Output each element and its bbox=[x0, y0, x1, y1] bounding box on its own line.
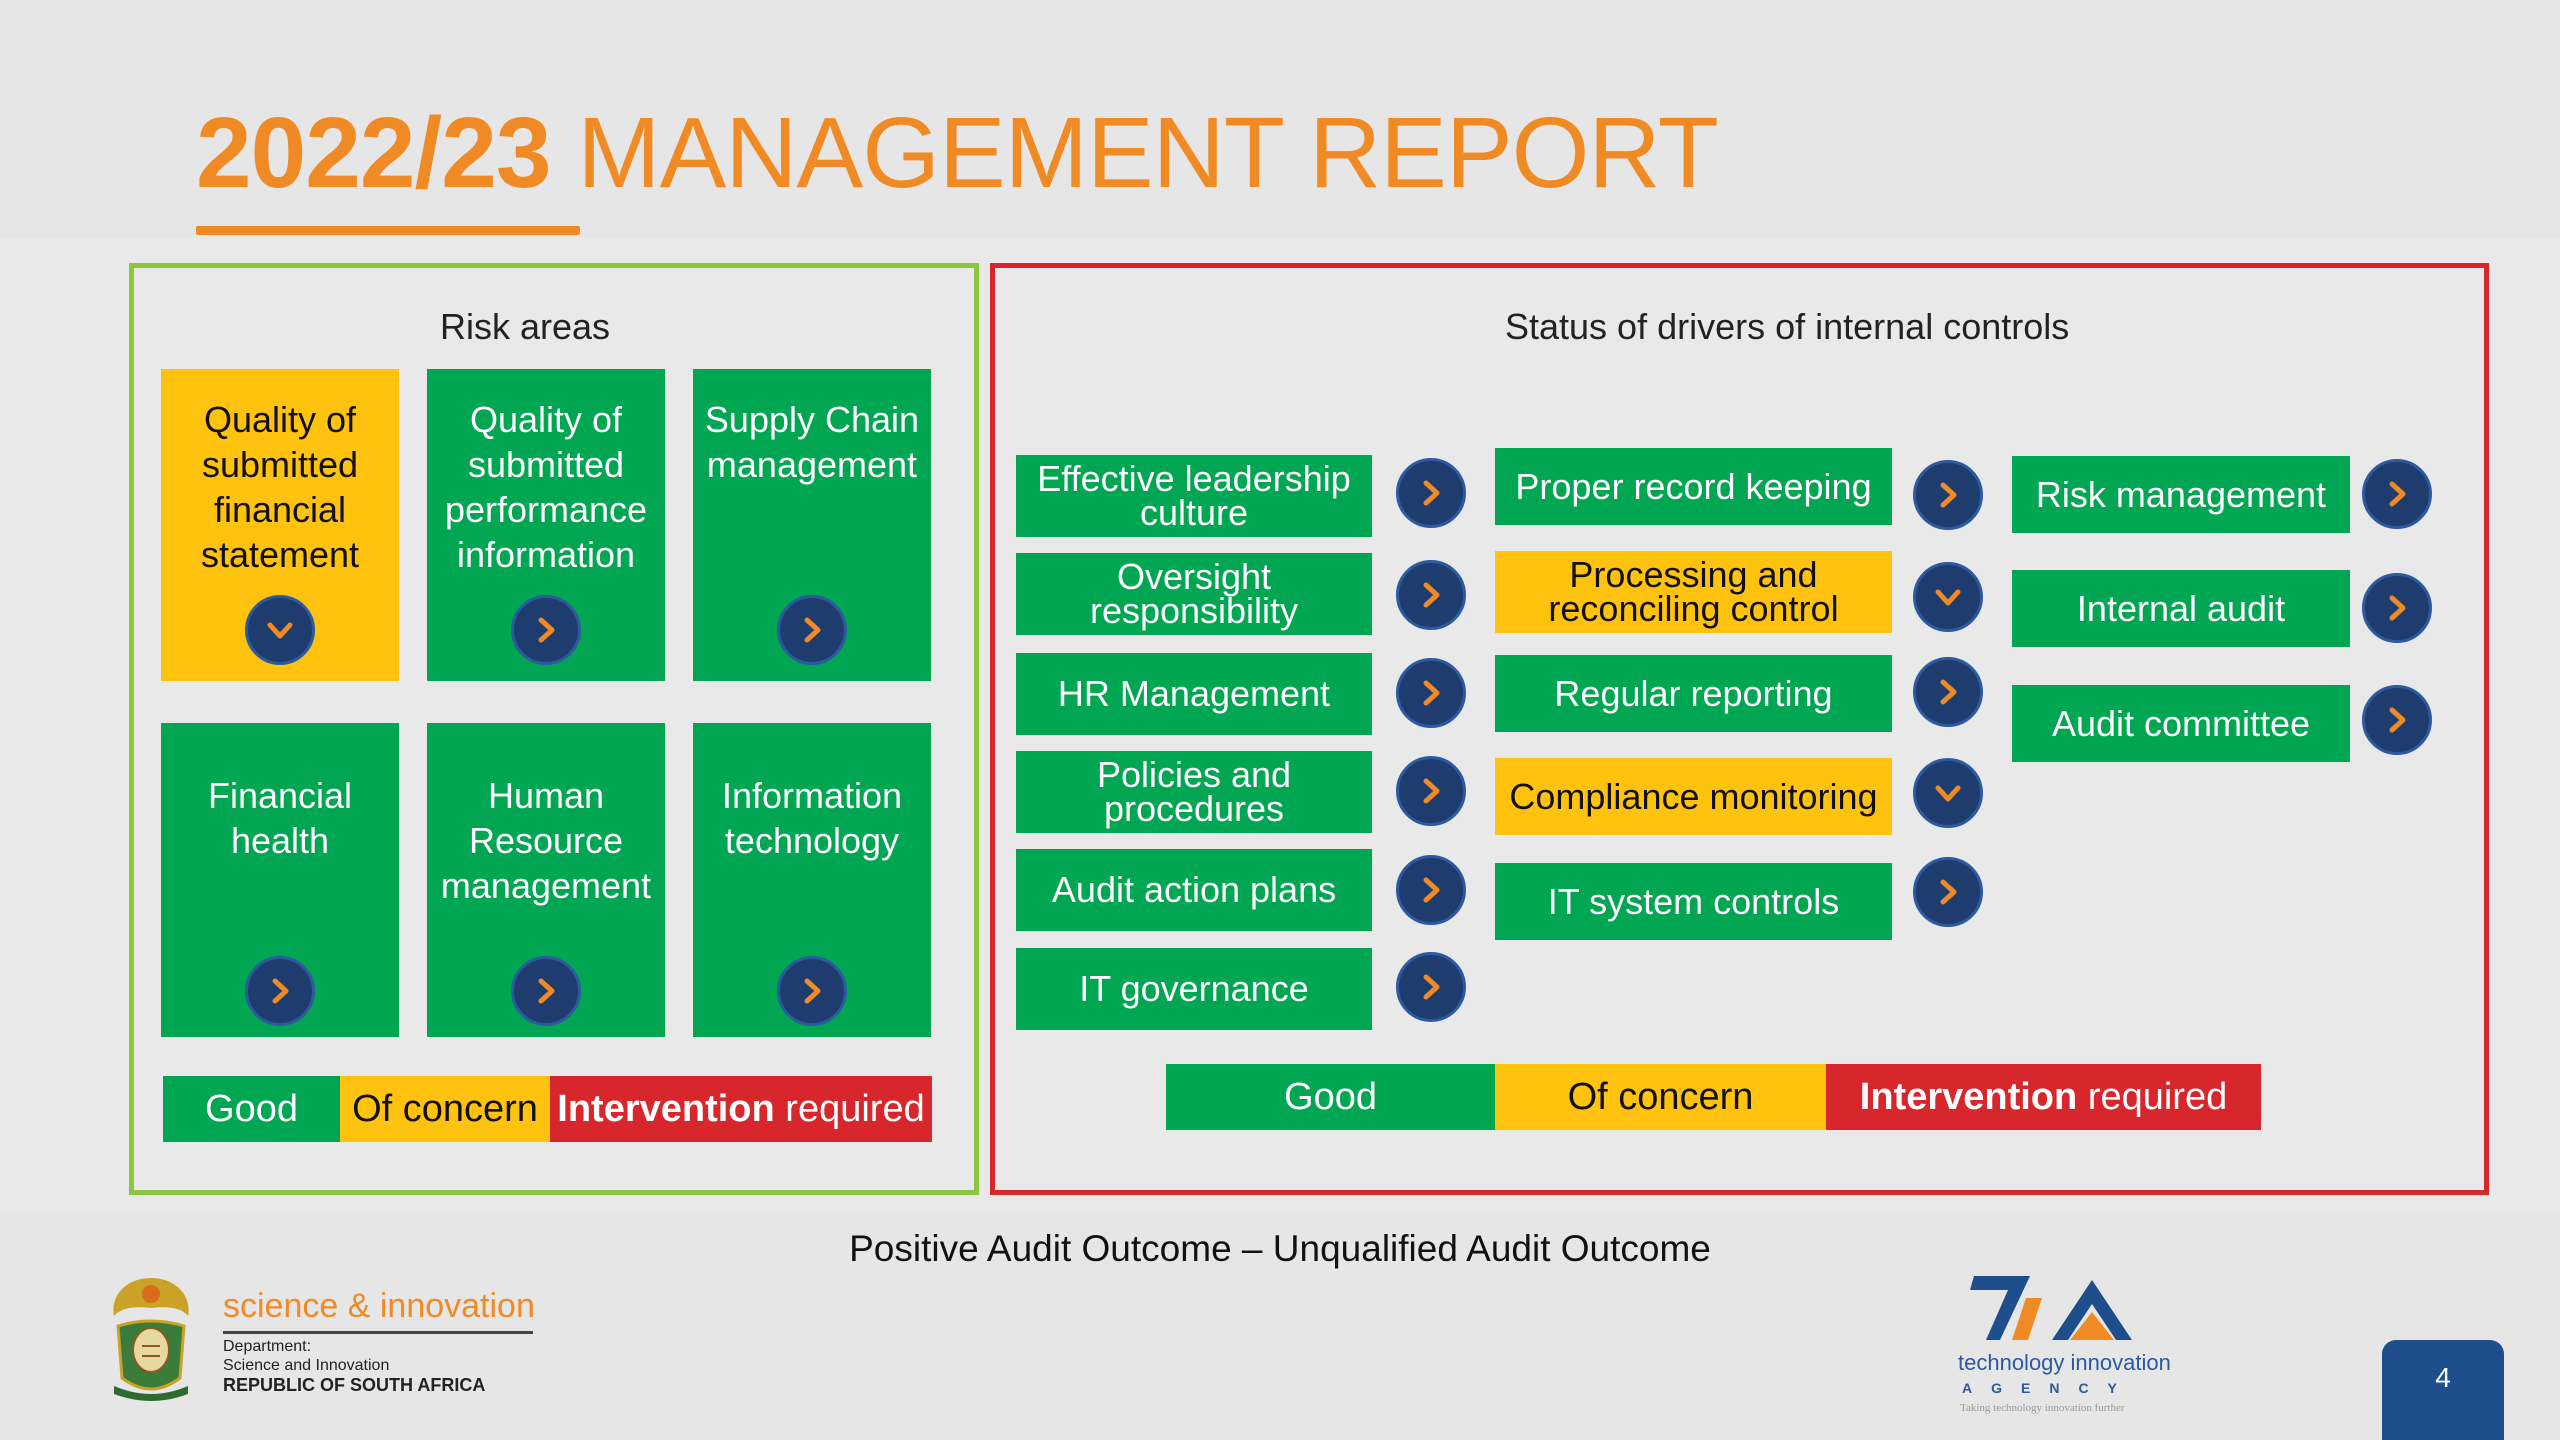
driver-proper-record-keeping[interactable]: Proper record keeping bbox=[1495, 448, 1892, 525]
tia-logo bbox=[1970, 1276, 2132, 1340]
legend-intervention-bold: Intervention bbox=[557, 1087, 775, 1130]
risk-tile-human-resource[interactable]: Human Resource management bbox=[427, 723, 665, 1037]
dsi-title: science & innovation bbox=[223, 1287, 535, 1325]
chevron-right-icon[interactable] bbox=[511, 956, 581, 1026]
driver-policies-and-procedures[interactable]: Policies and procedures bbox=[1016, 751, 1372, 833]
driver-label: Effective leadership culture bbox=[1037, 458, 1351, 533]
driver-oversight-responsibility[interactable]: Oversight responsibility bbox=[1016, 553, 1372, 635]
chevron-right-icon[interactable] bbox=[2362, 685, 2432, 755]
chevron-down-icon[interactable] bbox=[245, 595, 315, 665]
chevron-right-icon[interactable] bbox=[1396, 952, 1466, 1022]
chevron-right-icon[interactable] bbox=[777, 956, 847, 1026]
chevron-right-icon[interactable] bbox=[2362, 459, 2432, 529]
driver-label: Internal audit bbox=[2076, 587, 2286, 629]
risk-tile-financial-health[interactable]: Financial health bbox=[161, 723, 399, 1037]
legend-intervention-required: Intervention required bbox=[550, 1076, 932, 1142]
chevron-right-icon[interactable] bbox=[245, 956, 315, 1026]
driver-label: Audit committee bbox=[2051, 702, 2311, 744]
driver-regular-reporting[interactable]: Regular reporting bbox=[1495, 655, 1892, 732]
legend-of-concern: Of concern bbox=[340, 1076, 550, 1142]
dsi-department-label: Department: bbox=[223, 1338, 312, 1355]
driver-audit-action-plans[interactable]: Audit action plans bbox=[1016, 849, 1372, 931]
driver-risk-management[interactable]: Risk management bbox=[2012, 456, 2350, 533]
driver-audit-committee[interactable]: Audit committee bbox=[2012, 685, 2350, 762]
drivers-legend: Good Of concern Intervention required bbox=[1166, 1064, 2261, 1130]
driver-label: IT system controls bbox=[1547, 880, 1840, 922]
chevron-right-icon[interactable] bbox=[1396, 855, 1466, 925]
chevron-right-icon[interactable] bbox=[1396, 756, 1466, 826]
chevron-right-icon[interactable] bbox=[2362, 573, 2432, 643]
driver-label: Regular reporting bbox=[1554, 672, 1833, 714]
driver-label: IT governance bbox=[1079, 968, 1309, 1009]
chevron-right-icon[interactable] bbox=[1913, 460, 1983, 530]
legend-intervention-rest: required bbox=[2077, 1075, 2228, 1118]
driver-effective-leadership-culture[interactable]: Effective leadership culture bbox=[1016, 455, 1372, 537]
coat-of-arms-logo bbox=[113, 1278, 189, 1401]
legend-good: Good bbox=[1166, 1064, 1495, 1130]
driver-label: Risk management bbox=[2035, 473, 2327, 515]
driver-label: Audit action plans bbox=[1051, 869, 1337, 910]
driver-it-governance[interactable]: IT governance bbox=[1016, 948, 1372, 1030]
risk-tile-performance-information[interactable]: Quality of submitted performance informa… bbox=[427, 369, 665, 681]
page-title: 2022/23 MANAGEMENT REPORT bbox=[196, 96, 1719, 211]
driver-hr-management[interactable]: HR Management bbox=[1016, 653, 1372, 735]
chevron-right-icon[interactable] bbox=[1396, 560, 1466, 630]
tia-tagline: Taking technology innovation further bbox=[1960, 1402, 2125, 1414]
driver-label: Oversight responsibility bbox=[1089, 556, 1299, 631]
legend-intervention-rest: required bbox=[774, 1087, 925, 1130]
tia-name: technology innovation bbox=[1958, 1350, 2171, 1375]
driver-label: Policies and procedures bbox=[1096, 754, 1292, 829]
drivers-heading: Status of drivers of internal controls bbox=[1505, 306, 2070, 347]
driver-internal-audit[interactable]: Internal audit bbox=[2012, 570, 2350, 647]
legend-good: Good bbox=[163, 1076, 340, 1142]
chevron-right-icon[interactable] bbox=[777, 595, 847, 665]
dsi-divider bbox=[223, 1331, 533, 1334]
driver-it-system-controls[interactable]: IT system controls bbox=[1495, 863, 1892, 940]
legend-intervention-bold: Intervention bbox=[1859, 1075, 2078, 1118]
driver-processing-and-reconciling-control[interactable]: Processing and reconciling control bbox=[1495, 551, 1892, 633]
audit-outcome-caption: Positive Audit Outcome – Unqualified Aud… bbox=[849, 1228, 1711, 1269]
driver-label: Processing and reconciling control bbox=[1548, 554, 1839, 629]
risk-tile-supply-chain[interactable]: Supply Chain management bbox=[693, 369, 931, 681]
chevron-right-icon[interactable] bbox=[1913, 857, 1983, 927]
legend-intervention-required: Intervention required bbox=[1826, 1064, 2261, 1130]
page-number: 4 bbox=[2382, 1340, 2504, 1440]
driver-label: Proper record keeping bbox=[1515, 465, 1872, 507]
dsi-department-name: Science and Innovation bbox=[223, 1357, 390, 1374]
dsi-country: REPUBLIC OF SOUTH AFRICA bbox=[223, 1375, 486, 1395]
driver-label: Compliance monitoring bbox=[1509, 775, 1878, 817]
chevron-down-icon[interactable] bbox=[1913, 758, 1983, 828]
driver-compliance-monitoring[interactable]: Compliance monitoring bbox=[1495, 758, 1892, 835]
tia-agency: AGENCY bbox=[1962, 1380, 2136, 1396]
risk-tile-financial-statement[interactable]: Quality of submitted financial statement bbox=[161, 369, 399, 681]
title-rest: MANAGEMENT REPORT bbox=[577, 97, 1719, 209]
chevron-down-icon[interactable] bbox=[1913, 562, 1983, 632]
legend-of-concern: Of concern bbox=[1495, 1064, 1826, 1130]
title-underline bbox=[196, 226, 580, 235]
chevron-right-icon[interactable] bbox=[511, 595, 581, 665]
risk-legend: Good Of concern Intervention required bbox=[163, 1076, 932, 1142]
chevron-right-icon[interactable] bbox=[1396, 658, 1466, 728]
risk-areas-heading: Risk areas bbox=[440, 306, 611, 347]
driver-label: HR Management bbox=[1057, 673, 1331, 714]
risk-tile-information-technology[interactable]: Information technology bbox=[693, 723, 931, 1037]
chevron-right-icon[interactable] bbox=[1913, 657, 1983, 727]
chevron-right-icon[interactable] bbox=[1396, 458, 1466, 528]
title-year: 2022/23 bbox=[196, 97, 551, 209]
